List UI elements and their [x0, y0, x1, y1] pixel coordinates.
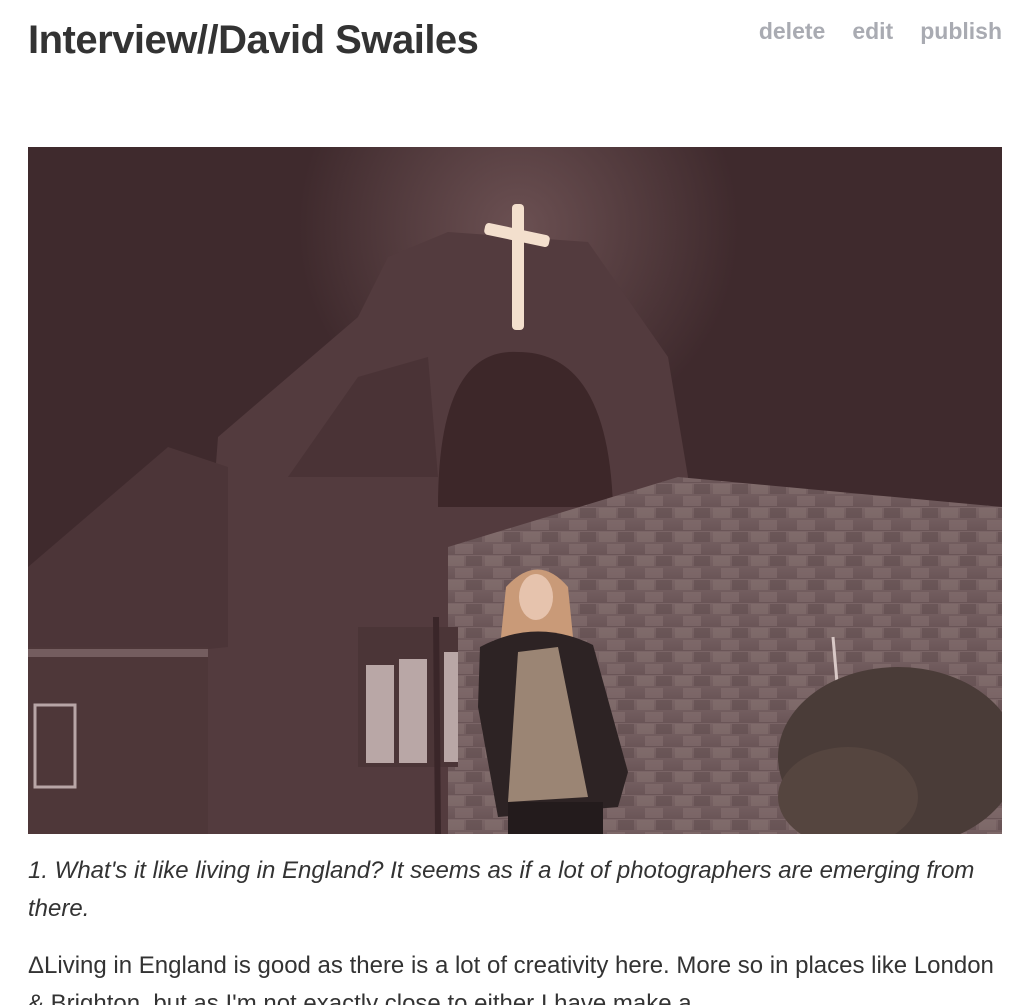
- interview-question: 1. What's it like living in England? It …: [28, 857, 975, 922]
- publish-link[interactable]: publish: [920, 18, 1002, 45]
- delete-link[interactable]: delete: [759, 18, 825, 45]
- edit-link[interactable]: edit: [852, 18, 893, 45]
- page: Interview//David Swailes delete edit pub…: [0, 0, 1024, 1005]
- interview-answer: ΔLiving in England is good as there is a…: [28, 952, 994, 1005]
- post-photo: [28, 147, 1002, 834]
- post-actions: delete edit publish: [759, 18, 1002, 45]
- post-title: Interview//David Swailes: [28, 18, 479, 62]
